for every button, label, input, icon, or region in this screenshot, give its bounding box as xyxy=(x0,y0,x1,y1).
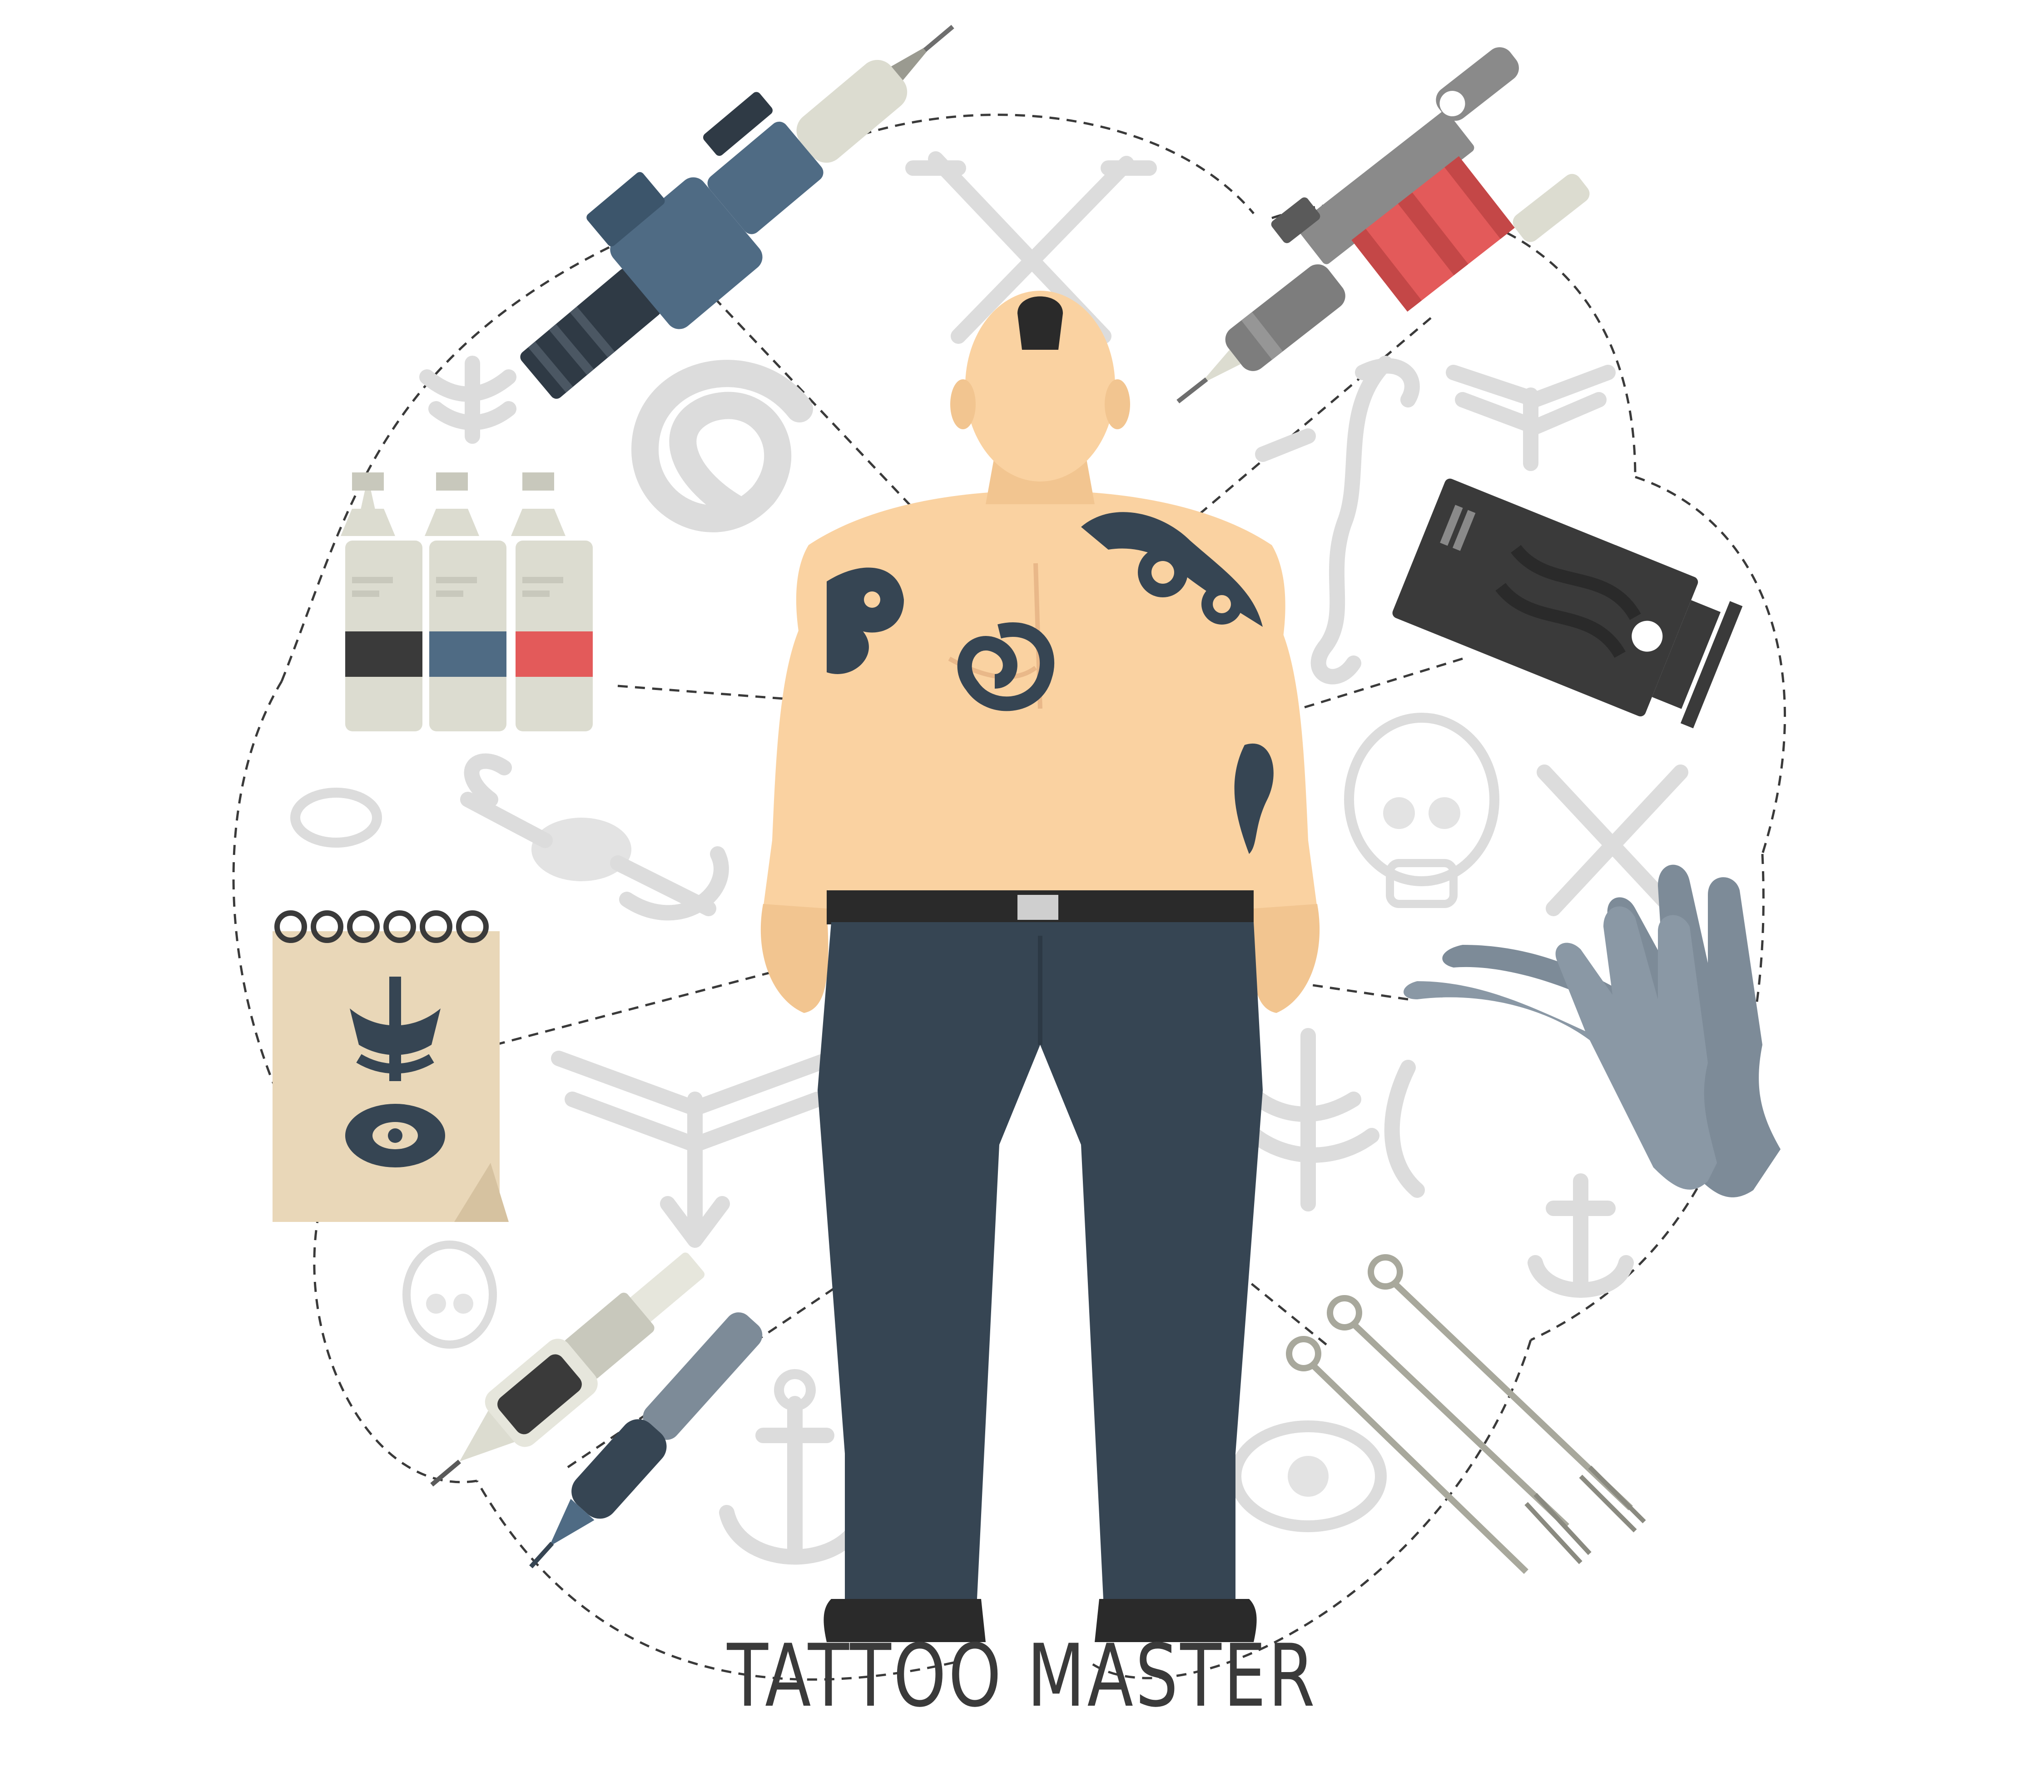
sketchbook-icon xyxy=(273,910,509,1222)
gloves-icon xyxy=(1404,864,1781,1197)
mohawk xyxy=(1017,296,1063,350)
caption-title: TATTOO MASTER xyxy=(727,1626,1317,1726)
belt-buckle xyxy=(1017,895,1058,920)
spiral-decor xyxy=(631,360,813,532)
cartridge-needle-icon xyxy=(430,1252,705,1487)
tattoo-master-illustration: TATTOO MASTER xyxy=(0,0,2044,1792)
rotary-tattoo-machine-icon xyxy=(520,25,954,399)
ink-bottle-red xyxy=(511,472,593,731)
ink-bottle-black xyxy=(341,472,422,731)
small-tribal-decor xyxy=(290,788,382,848)
ink-bottles-icon xyxy=(341,472,593,731)
eagle-decor-bottom xyxy=(551,1051,839,1248)
illustration-canvas xyxy=(232,25,1786,1681)
tribal-decor-bottom xyxy=(1230,1420,1387,1532)
eagle-decor xyxy=(1446,365,1616,471)
anchor-decor xyxy=(1528,1173,1634,1298)
left-hand xyxy=(760,904,829,1013)
tribal-decor-right xyxy=(1228,1028,1425,1211)
skull-decor xyxy=(1344,713,1499,908)
right-hand xyxy=(1252,904,1320,1013)
cream-tube-icon xyxy=(1392,478,1743,729)
tribal-decor xyxy=(419,356,516,444)
tribal-sketch-2 xyxy=(345,1104,445,1167)
skull-decor-left xyxy=(402,1241,497,1349)
ink-bottle-blue xyxy=(425,472,506,731)
scorpion-decor xyxy=(460,753,729,921)
tattoo-master-figure xyxy=(760,291,1320,1642)
dragon-decor xyxy=(1255,356,1420,685)
